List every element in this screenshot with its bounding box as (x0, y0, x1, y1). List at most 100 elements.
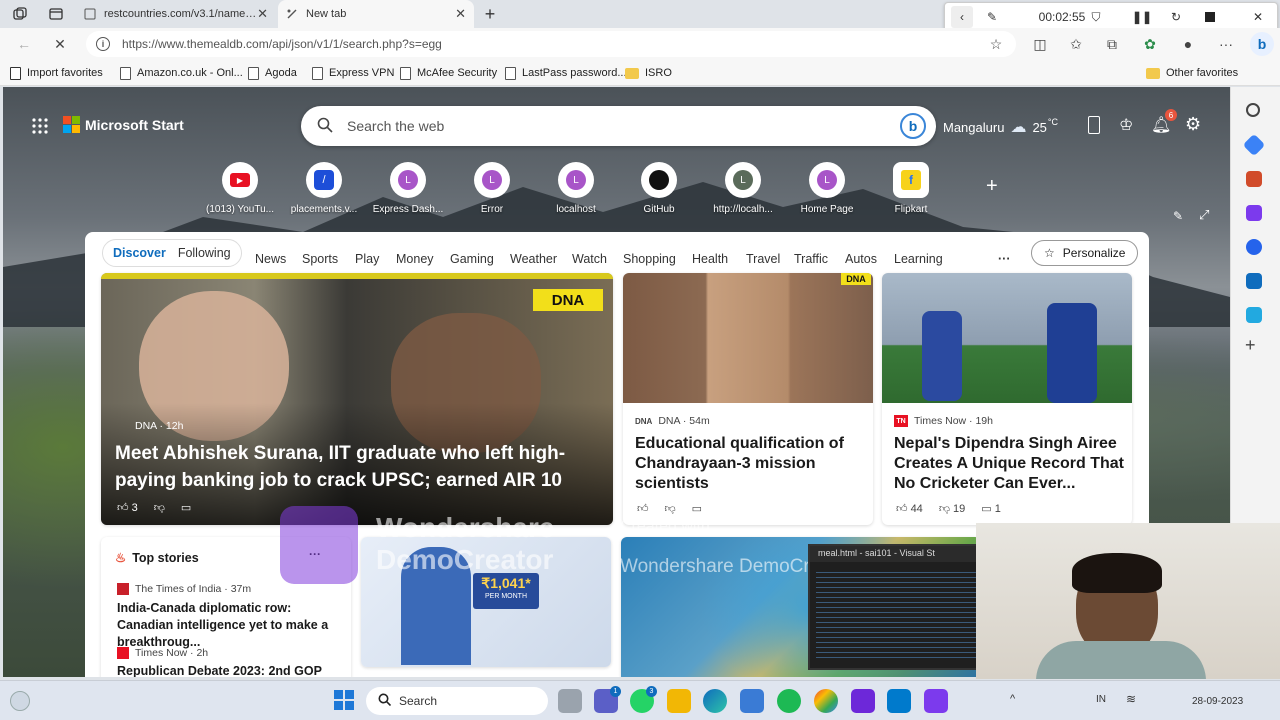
close-tab-icon[interactable]: ✕ (455, 6, 466, 22)
settings-gear-icon[interactable]: ⚙ (1185, 114, 1201, 135)
tray-overflow-icon[interactable]: ^ (1010, 693, 1015, 705)
thumbs-down-icon[interactable]: 👎︎ (665, 502, 676, 515)
quick-link-github[interactable]: GitHub (617, 162, 701, 215)
vscode-icon[interactable] (887, 689, 911, 713)
nav-travel[interactable]: Travel (746, 248, 780, 270)
microsoft-start-logo[interactable]: Microsoft Start (63, 116, 184, 133)
search-icon[interactable] (1246, 103, 1260, 117)
add-shortcut-icon[interactable]: + (986, 175, 998, 198)
nav-autos[interactable]: Autos (845, 248, 877, 270)
file-explorer-icon[interactable] (667, 689, 691, 713)
tab-actions-icon[interactable] (40, 0, 72, 28)
quick-link-flipkart[interactable]: f Flipkart (869, 162, 953, 215)
favorite-import[interactable]: Import favorites (10, 64, 103, 82)
address-input[interactable]: i https://www.themealdb.com/api/json/v1/… (86, 31, 1016, 57)
restart-icon[interactable]: ↻ (1165, 3, 1187, 31)
collections-icon[interactable]: ⧉ (1102, 34, 1122, 54)
thumbs-down-icon[interactable]: 👎︎ (154, 501, 165, 514)
nav-play[interactable]: Play (355, 248, 379, 270)
wifi-icon[interactable]: ≋ (1126, 692, 1136, 706)
favorite-amazon[interactable]: Amazon.co.uk - Onl... (120, 64, 243, 82)
top-story-item[interactable]: Times Now · 2h Republican Debate 2023: 2… (117, 647, 341, 677)
quick-link-placements[interactable]: / placements.v... (282, 162, 366, 215)
stop-loading-icon[interactable]: ✕ (50, 34, 70, 54)
new-tab-button[interactable]: + (474, 0, 506, 28)
apps-launcher-icon[interactable] (32, 118, 48, 134)
games-icon[interactable] (1246, 205, 1262, 221)
more-options-icon[interactable]: ··· (309, 547, 321, 561)
pause-icon[interactable]: ❚❚ (1131, 3, 1153, 31)
news-card-main[interactable]: DNA DNA · 12h Meet Abhishek Surana, IIT … (101, 273, 613, 525)
pen-icon[interactable]: ✎ (981, 3, 1003, 31)
nav-money[interactable]: Money (396, 248, 434, 270)
comment-button[interactable]: ▭ 1 (981, 502, 1001, 515)
quick-link-home-page[interactable]: L Home Page (785, 162, 869, 215)
weather-widget[interactable]: Mangaluru ☁ 25 °C (943, 117, 1058, 137)
nav-health[interactable]: Health (692, 248, 728, 270)
web-search-box[interactable]: Search the web b (301, 106, 936, 146)
rewards-icon[interactable]: ♔ (1119, 115, 1133, 135)
spotify-icon[interactable] (777, 689, 801, 713)
like-button[interactable]: 👍︎ 44 (896, 502, 923, 515)
quick-link-error[interactable]: L Error (450, 162, 534, 215)
democreator-recorder-icon[interactable] (924, 689, 948, 713)
like-button[interactable]: 👍︎ 3 (117, 501, 138, 515)
tab-new-tab[interactable]: New tab ✕ (278, 0, 474, 28)
nav-sports[interactable]: Sports (302, 248, 338, 270)
taskbar-search[interactable]: Search (366, 687, 548, 715)
top-story-item[interactable]: The Times of India · 37m India-Canada di… (117, 583, 341, 651)
nav-weather[interactable]: Weather (510, 248, 557, 270)
quick-link-localhost[interactable]: Llocalhost (534, 162, 618, 215)
copilot-icon[interactable]: b (1250, 32, 1274, 56)
favorite-lastpass[interactable]: LastPass password... (505, 64, 627, 82)
shopping-icon[interactable] (1242, 133, 1266, 157)
tab-discover[interactable]: Discover (107, 246, 172, 260)
add-sidebar-app-icon[interactable]: + (1245, 335, 1256, 356)
shield-icon[interactable]: ⛉ (1085, 3, 1107, 31)
store-icon[interactable] (740, 689, 764, 713)
favorite-star-icon[interactable]: ☆ (986, 34, 1006, 54)
favorite-agoda[interactable]: Agoda (248, 64, 297, 82)
start-windows-icon[interactable] (334, 690, 354, 710)
personalize-button[interactable]: ☆ Personalize (1031, 240, 1139, 266)
nav-traffic[interactable]: Traffic (794, 248, 828, 270)
dislike-button[interactable]: 👎︎ 19 (939, 502, 965, 515)
stop-icon[interactable] (1199, 3, 1221, 31)
nav-learning[interactable]: Learning (894, 248, 943, 270)
back-icon[interactable]: ← (14, 34, 34, 54)
quick-link-http-localhost[interactable]: Lhttp://localh... (701, 162, 785, 215)
microsoft-365-icon[interactable] (1246, 239, 1262, 255)
weather-widget-icon[interactable] (10, 691, 30, 711)
news-card-nepal-cricket[interactable]: TN Times Now · 19h Nepal's Dipendra Singh… (882, 273, 1132, 525)
more-icon[interactable]: ··· (998, 248, 1011, 270)
fullscreen-icon[interactable]: ⤢ (1199, 207, 1209, 223)
nav-gaming[interactable]: Gaming (450, 248, 494, 270)
quick-link-express-dash[interactable]: L Express Dash... (366, 162, 450, 215)
tab-following[interactable]: Following (172, 246, 237, 260)
tools-icon[interactable] (1246, 171, 1262, 187)
chrome-icon[interactable] (814, 689, 838, 713)
democreator-icon[interactable] (851, 689, 875, 713)
nav-watch[interactable]: Watch (572, 248, 607, 270)
collapse-icon[interactable]: ‹ (951, 6, 973, 28)
tab-restcountries[interactable]: restcountries.com/v3.1/name/inc ✕ (76, 0, 276, 28)
edit-background-icon[interactable]: ✎ (1173, 209, 1183, 223)
nav-shopping[interactable]: Shopping (623, 248, 676, 270)
bing-chat-icon[interactable]: b (900, 113, 926, 139)
thumbs-up-icon[interactable]: 👍︎ (637, 502, 649, 515)
taskbar-date[interactable]: 28-09-2023 (1192, 696, 1243, 707)
comment-icon[interactable]: ▭ (181, 501, 191, 514)
workspaces-icon[interactable] (4, 0, 36, 28)
extensions-icon[interactable]: ✿ (1140, 34, 1160, 54)
close-tab-icon[interactable]: ✕ (257, 6, 268, 22)
comment-icon[interactable]: ▭ (692, 502, 702, 515)
favorite-expressvpn[interactable]: Express VPN (312, 64, 394, 82)
input-language[interactable]: IN (1096, 694, 1106, 705)
quick-link-youtube[interactable]: ▶ (1013) YouTu... (198, 162, 282, 215)
more-menu-icon[interactable]: ··· (1216, 34, 1236, 54)
phone-icon[interactable] (1088, 116, 1100, 134)
close-recorder-icon[interactable]: ✕ (1247, 3, 1269, 31)
nav-news[interactable]: News (255, 248, 286, 270)
profile-icon[interactable]: ● (1178, 34, 1198, 54)
news-card-chandrayaan[interactable]: DNA DNA DNA · 54m Educational qualificati… (623, 273, 873, 525)
